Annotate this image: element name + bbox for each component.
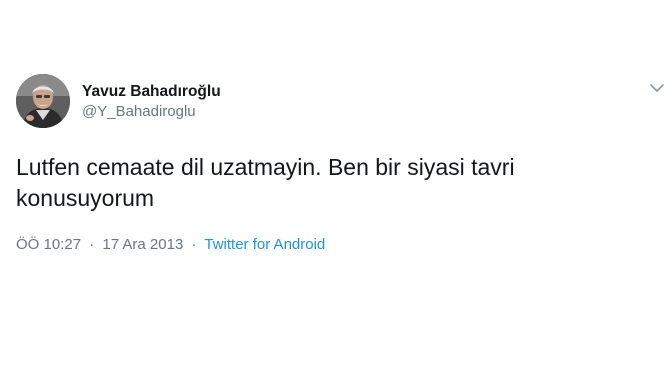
- meta-separator: ·: [89, 236, 95, 253]
- author-handle[interactable]: @Y_Bahadiroglu: [82, 102, 221, 121]
- tweet-source-link[interactable]: Twitter for Android: [204, 236, 325, 253]
- tweet-date[interactable]: 17 Ara 2013: [102, 236, 183, 253]
- tweet-text-line: Lutfen cemaate dil uzatmayin. Ben bir si…: [16, 154, 515, 180]
- tweet-meta: ÖÖ 10:27 · 17 Ara 2013 · Twitter for And…: [16, 235, 325, 254]
- tweet-text: Lutfen cemaate dil uzatmayin. Ben bir si…: [16, 152, 636, 214]
- avatar[interactable]: [16, 74, 70, 128]
- tweet-card: Yavuz Bahadıroğlu @Y_Bahadiroglu Lutfen …: [0, 0, 672, 378]
- author-name[interactable]: Yavuz Bahadıroğlu: [82, 82, 221, 101]
- meta-separator: ·: [191, 236, 197, 253]
- profile-photo-icon: [16, 74, 70, 128]
- tweet-time[interactable]: ÖÖ 10:27: [16, 236, 81, 253]
- chevron-down-icon[interactable]: [649, 82, 665, 94]
- author-block: Yavuz Bahadıroğlu @Y_Bahadiroglu: [82, 82, 221, 121]
- tweet-text-line: konusuyorum: [16, 185, 155, 211]
